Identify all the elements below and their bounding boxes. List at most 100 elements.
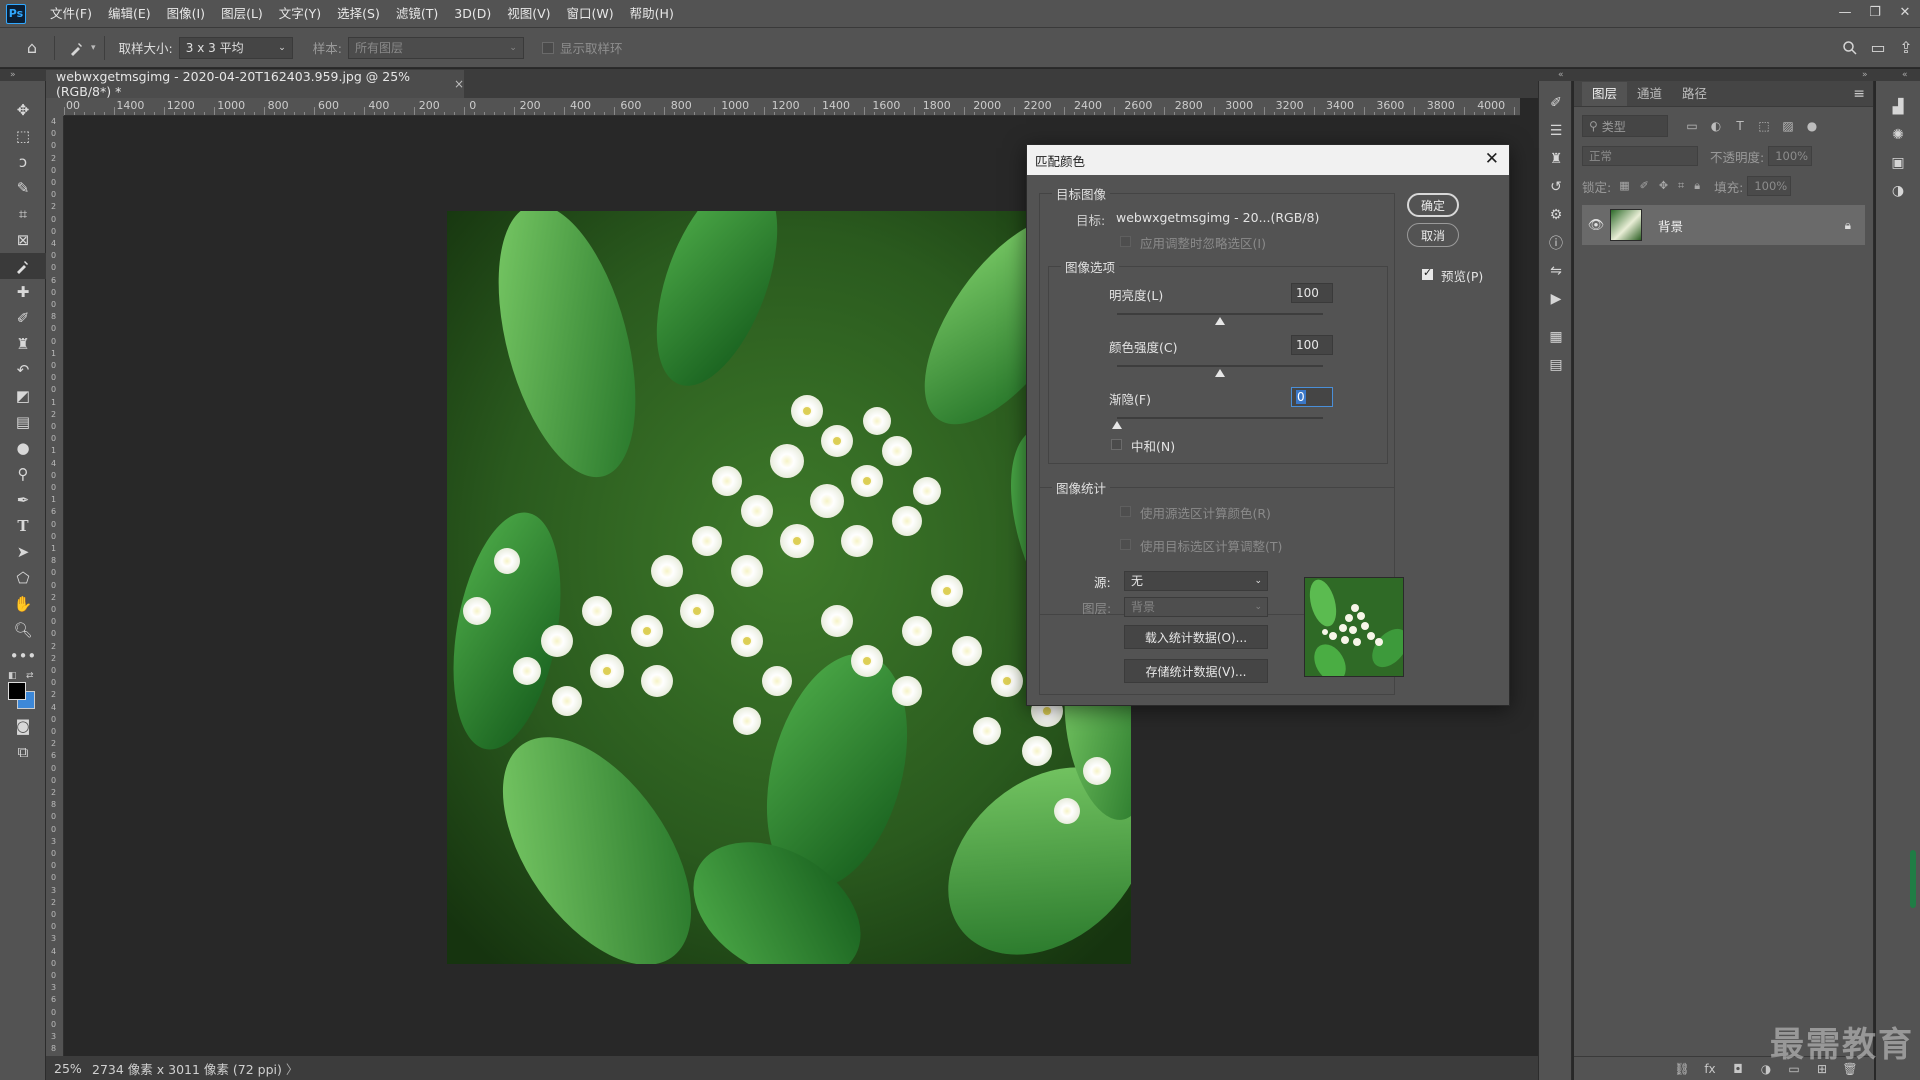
fill-field[interactable]: 100%	[1747, 176, 1792, 196]
menu-file[interactable]: 文件(F)	[42, 0, 100, 28]
quick-select-tool-icon[interactable]: ✎	[0, 175, 46, 201]
layer-select[interactable]: 背景 ⌄	[1124, 597, 1268, 617]
ruler-horizontal[interactable]: 00 1400 1200 1000 800 600 400 200 0 200 400 600 800 1…	[64, 98, 1520, 116]
healing-tool-icon[interactable]: ✚	[0, 279, 46, 305]
actions-play-icon[interactable]: ▶	[1539, 285, 1573, 313]
neutralize-checkbox[interactable]	[1111, 439, 1122, 450]
menu-view[interactable]: 视图(V)	[499, 0, 558, 28]
menu-image[interactable]: 图像(I)	[159, 0, 213, 28]
filter-toggle-icon[interactable]: ●	[1800, 119, 1824, 133]
preset-caret-icon[interactable]: ▾	[91, 43, 96, 53]
layer-filter-search[interactable]: ⚲ 类型	[1582, 115, 1668, 137]
eyedropper-preset-icon[interactable]	[63, 34, 91, 62]
adjust-sliders-icon[interactable]: ☰	[1539, 117, 1573, 145]
menu-layer[interactable]: 图层(L)	[213, 0, 271, 28]
smart-object-filter-icon[interactable]: ▨	[1776, 119, 1800, 133]
eraser-tool-icon[interactable]: ◩	[0, 383, 46, 409]
sample-select[interactable]: 所有图层 ⌄	[347, 36, 524, 59]
gradient-tool-icon[interactable]: ▤	[0, 409, 46, 435]
lock-icons[interactable]: ▦✐✥⌗🔒︎	[1619, 179, 1710, 193]
type-filter-icon[interactable]: T	[1728, 119, 1752, 133]
adjustment-filter-icon[interactable]: ◐	[1704, 119, 1728, 133]
close-window-button[interactable]: ✕	[1890, 0, 1920, 24]
layer-row-background[interactable]: 👁︎ 背景 🔒︎	[1582, 205, 1865, 245]
info-icon[interactable]: ⓘ	[1539, 229, 1573, 257]
share-icon[interactable]: ⇪	[1892, 34, 1920, 62]
ok-button[interactable]: 确定	[1407, 193, 1459, 217]
clone-source-icon[interactable]: ♜	[1539, 145, 1573, 173]
eyedropper-tool-icon[interactable]	[0, 253, 46, 279]
use-target-selection-checkbox[interactable]	[1120, 539, 1131, 550]
tab-layers[interactable]: 图层	[1582, 82, 1628, 106]
screen-mode-icon[interactable]: ⧉	[0, 739, 46, 765]
shape-tool-icon[interactable]: ⬠	[0, 565, 46, 591]
luminance-slider-track[interactable]	[1117, 313, 1323, 315]
collapse-arrows-icon[interactable]: «	[1558, 69, 1564, 81]
pixel-filter-icon[interactable]: ▭	[1680, 119, 1704, 133]
navigator-icon[interactable]: ✺	[1876, 121, 1920, 149]
opacity-field[interactable]: 100%	[1768, 146, 1813, 166]
more-tools-icon[interactable]: •••	[0, 643, 46, 669]
menu-window[interactable]: 窗口(W)	[559, 0, 622, 28]
zoom-tool-icon[interactable]: 🔍︎	[0, 617, 46, 643]
swap-colors-icon[interactable]: ⇄	[26, 671, 34, 681]
quick-mask-icon[interactable]: ◙	[0, 713, 46, 739]
document-tab[interactable]: webwxgetmsgimg - 2020-04-20T162403.959.j…	[46, 69, 464, 99]
link-layers-icon[interactable]: ⛓	[1668, 1062, 1696, 1076]
save-statistics-button[interactable]: 存储统计数据(V)...	[1124, 659, 1268, 683]
history-brush-icon[interactable]: ↶	[0, 357, 46, 383]
source-select[interactable]: 无 ⌄	[1124, 571, 1268, 591]
foreground-color-swatch[interactable]	[8, 682, 26, 700]
tab-paths[interactable]: 路径	[1672, 82, 1717, 106]
close-tab-icon[interactable]: ×	[454, 77, 464, 91]
minimize-button[interactable]: —	[1830, 0, 1860, 24]
use-source-selection-checkbox[interactable]	[1120, 506, 1131, 517]
stamp-tool-icon[interactable]: ♜	[0, 331, 46, 357]
shape-filter-icon[interactable]: ⬚	[1752, 119, 1776, 133]
cancel-button[interactable]: 取消	[1407, 223, 1459, 247]
history-icon[interactable]: ↺	[1539, 173, 1573, 201]
hand-tool-icon[interactable]: ✋	[0, 591, 46, 617]
properties-icon[interactable]: ⚙	[1539, 201, 1573, 229]
frame-tool-icon[interactable]: ⊠	[0, 227, 46, 253]
color-intensity-input[interactable]: 100	[1291, 335, 1333, 355]
color-intensity-slider-track[interactable]	[1117, 365, 1323, 367]
notes-icon[interactable]: ▤	[1539, 351, 1573, 379]
pen-tool-icon[interactable]: ✒	[0, 487, 46, 513]
fade-slider-track[interactable]	[1117, 417, 1323, 419]
color-sampler-icon[interactable]: ⇋	[1539, 257, 1573, 285]
zoom-level[interactable]: 25%	[46, 1061, 88, 1076]
ruler-vertical[interactable]: 4 0 0 2 0 0 0 2 0 0 4 0 0 6 0 0 8 0 0 1 0 0 0 1 2 0 0 1 4 0 0 1 6 0 0 1 8 0 0 2…	[46, 116, 64, 1056]
library-icon[interactable]: ▦	[1539, 323, 1573, 351]
dodge-tool-icon[interactable]: ⚲	[0, 461, 46, 487]
info-arrow-icon[interactable]: 〉	[286, 1059, 299, 1078]
collapse-arrows-icon[interactable]: »	[10, 69, 16, 81]
collapse-arrows-icon[interactable]: »	[1862, 69, 1868, 81]
menu-filter[interactable]: 滤镜(T)	[388, 0, 446, 28]
search-icon[interactable]	[1836, 34, 1864, 62]
default-colors-icon[interactable]: ◧	[8, 671, 17, 681]
home-icon[interactable]: ⌂	[18, 34, 46, 62]
tab-channels[interactable]: 通道	[1627, 82, 1672, 106]
move-tool-icon[interactable]: ✥	[0, 97, 46, 123]
menu-3d[interactable]: 3D(D)	[446, 0, 499, 28]
adjustments-icon[interactable]: ◑	[1876, 177, 1920, 205]
workspace-icon[interactable]: ▭	[1864, 34, 1892, 62]
path-select-icon[interactable]: ➤	[0, 539, 46, 565]
menu-edit[interactable]: 编辑(E)	[100, 0, 159, 28]
luminance-input[interactable]: 100	[1291, 283, 1333, 303]
panel-menu-icon[interactable]: ≡	[1853, 86, 1865, 102]
blur-tool-icon[interactable]: ●	[0, 435, 46, 461]
visibility-eye-icon[interactable]: 👁︎	[1582, 218, 1610, 233]
fade-slider-thumb[interactable]	[1112, 421, 1122, 429]
scroll-indicator[interactable]	[1910, 850, 1916, 908]
restore-button[interactable]: ❐	[1860, 0, 1890, 24]
color-intensity-slider-thumb[interactable]	[1215, 369, 1225, 377]
brush-settings-icon[interactable]: ✐	[1539, 89, 1573, 117]
marquee-tool-icon[interactable]: ⬚	[0, 123, 46, 149]
fade-input[interactable]: 0	[1291, 387, 1333, 407]
preview-checkbox[interactable]	[1422, 266, 1433, 280]
blend-mode-select[interactable]: 正常	[1582, 146, 1698, 166]
menu-select[interactable]: 选择(S)	[329, 0, 388, 28]
layer-style-icon[interactable]: fx	[1696, 1062, 1724, 1076]
